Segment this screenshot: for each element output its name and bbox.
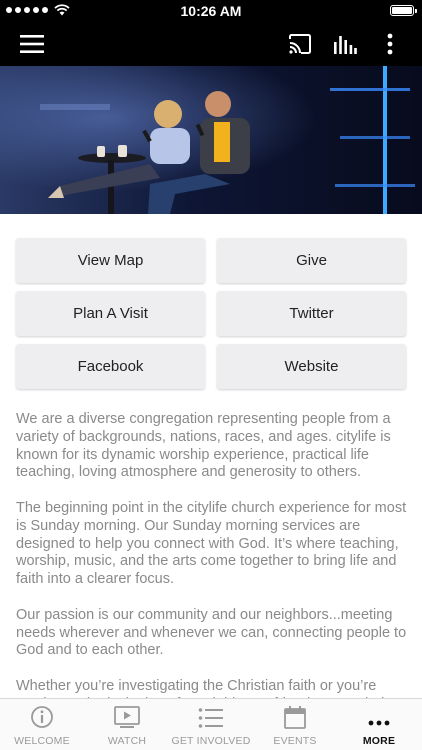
tab-label: WELCOME <box>14 735 70 747</box>
status-time: 10:26 AM <box>180 3 242 19</box>
vertical-ellipsis-icon[interactable] <box>376 22 404 66</box>
plan-a-visit-button[interactable]: Plan A Visit <box>16 291 205 336</box>
bottom-tab-bar: WELCOME WATCH GET INVOLVED EVENTS MORE <box>0 698 422 750</box>
church-description: We are a diverse congregation representi… <box>16 411 408 731</box>
cast-icon[interactable] <box>282 22 318 66</box>
battery-icon <box>390 5 417 16</box>
tab-get-involved[interactable]: GET INVOLVED <box>166 699 256 750</box>
info-circle-icon <box>31 706 53 728</box>
hamburger-menu-icon[interactable] <box>12 22 52 66</box>
give-button[interactable]: Give <box>217 238 406 283</box>
app-bar <box>0 22 422 66</box>
description-paragraph: Our passion is our community and our nei… <box>16 606 407 659</box>
tab-welcome[interactable]: WELCOME <box>6 699 78 750</box>
website-button[interactable]: Website <box>217 344 406 389</box>
twitter-button[interactable]: Twitter <box>217 291 406 336</box>
description-paragraph: The beginning point in the citylife chur… <box>16 499 407 588</box>
video-player-icon <box>114 706 140 728</box>
more-dots-icon <box>368 720 390 726</box>
tab-events[interactable]: EVENTS <box>262 699 328 750</box>
tab-more[interactable]: MORE <box>346 699 412 750</box>
description-paragraph: We are a diverse congregation representi… <box>16 411 391 481</box>
hero-image <box>0 66 422 214</box>
audio-bars-icon[interactable] <box>328 22 362 66</box>
tab-watch[interactable]: WATCH <box>92 699 162 750</box>
tab-label: MORE <box>362 735 396 747</box>
tab-label: EVENTS <box>273 735 317 747</box>
list-icon <box>198 708 223 728</box>
view-map-button[interactable]: View Map <box>16 238 205 283</box>
calendar-icon <box>284 706 306 729</box>
tab-label: WATCH <box>107 735 147 747</box>
facebook-button[interactable]: Facebook <box>16 344 205 389</box>
tab-label: GET INVOLVED <box>171 735 251 747</box>
status-bar: 10:26 AM <box>0 0 422 22</box>
